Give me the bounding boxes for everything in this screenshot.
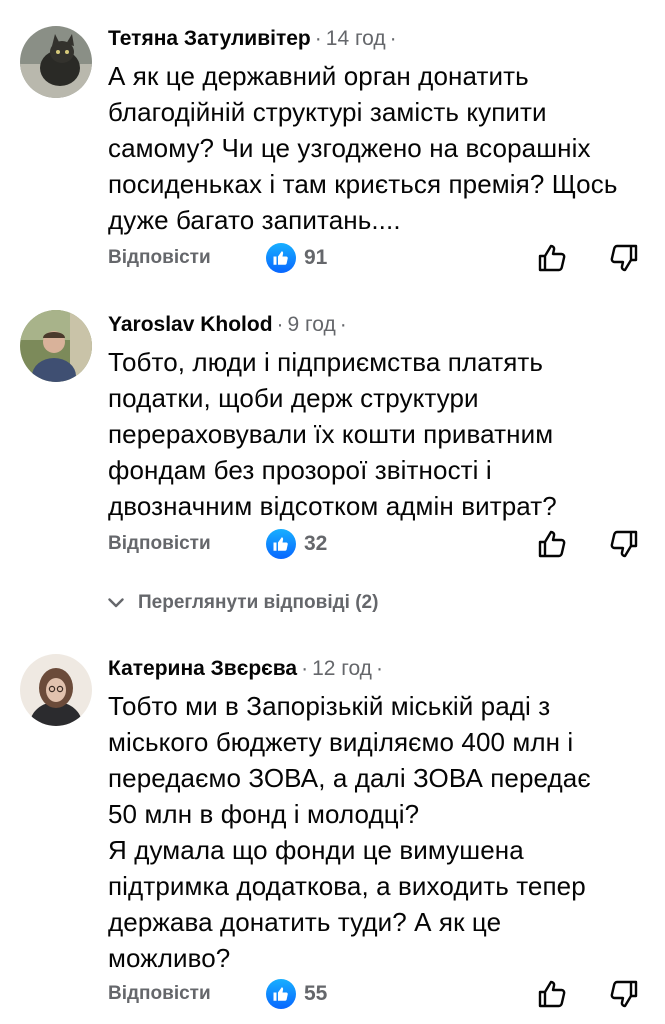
comment-line: А як це державний орган донатить [108,61,529,91]
reaction-summary[interactable]: 55 [266,976,327,1012]
author-name[interactable]: Катерина Звєрєва [108,657,297,680]
comment-line: можливо? [108,943,231,973]
comment-line: Тобто, люди і підприємства платять [108,347,544,377]
thumbs-up-icon[interactable] [536,528,568,565]
avatar[interactable] [20,654,92,726]
avatar[interactable] [20,26,92,98]
comment-text: Тобто ми в Запорізькій міській раді з мі… [108,688,648,976]
comment-line: фондам без прозорої звітності і [108,455,492,485]
comment-line: дуже багато запитань.... [108,205,401,235]
separator-dot: · [375,657,383,680]
comment-line: податки, щоби держ структури [108,383,479,413]
timestamp[interactable]: 12 год [312,657,372,680]
like-count: 32 [304,532,328,555]
separator-dot: · [314,27,322,50]
chevron-down-icon [108,592,124,614]
comment-line: підтримка додаткова, а виходить тепер [108,871,586,901]
comment-header: Катерина Звєрєва · 12 год · [108,656,387,682]
thumbs-down-icon[interactable] [608,242,640,279]
comment-line: міського бюджету виділяємо 400 млн і [108,727,574,757]
comment-line: посиденьках і там криється премія? Щось [108,169,618,199]
view-replies-label: Переглянути відповіді (2) [138,592,379,613]
avatar-photo [20,654,92,726]
comment-line: самому? Чи це узгоджено на всорашніх [108,133,591,163]
comment-actions: Відповісти 91 [108,240,648,280]
thumbs-up-icon[interactable] [536,978,568,1015]
separator-dot: · [339,313,347,336]
comment-actions: Відповісти 32 [108,526,648,566]
author-name[interactable]: Yaroslav Kholod [108,313,273,336]
thumbs-up-icon[interactable] [536,242,568,279]
author-name[interactable]: Тетяна Затуливітер [108,27,311,50]
like-reaction-icon [266,243,296,273]
thumbs-down-icon[interactable] [608,528,640,565]
timestamp[interactable]: 9 год [288,313,336,336]
comment-line: благодійній структурі замість купити [108,97,547,127]
reply-button[interactable]: Відповісти [108,247,211,269]
separator-dot: · [276,313,284,336]
comment-line: перераховували їх кошти приватним [108,419,554,449]
reaction-summary[interactable]: 32 [266,526,327,562]
reaction-summary[interactable]: 91 [266,240,327,276]
avatar-photo [20,310,92,382]
reply-button[interactable]: Відповісти [108,983,211,1005]
thumbs-down-icon[interactable] [608,978,640,1015]
comment-text: А як це державний орган донатить благоді… [108,58,648,238]
comment-line: передаємо ЗОВА, а далі ЗОВА передає [108,763,591,793]
view-replies-button[interactable]: Переглянути відповіді (2) [108,588,378,618]
like-count: 55 [304,982,328,1005]
comment-actions: Відповісти 55 [108,976,648,1016]
separator-dot: · [301,657,309,680]
comment-line: Я думала що фонди це вимушена [108,835,524,865]
comment-text: Тобто, люди і підприємства платять подат… [108,344,648,524]
avatar[interactable] [20,310,92,382]
comment-header: Тетяна Затуливітер · 14 год · [108,26,401,52]
comment-line: держава донатить туди? А як це [108,907,502,937]
like-reaction-icon [266,979,296,1009]
timestamp[interactable]: 14 год [326,27,386,50]
comment-line: двозначним відсотком адмін витрат? [108,491,557,521]
comment-line: 50 млн в фонд і молодці? [108,799,420,829]
reply-button[interactable]: Відповісти [108,533,211,555]
comment-header: Yaroslav Kholod · 9 год · [108,312,351,338]
like-count: 91 [304,246,328,269]
like-reaction-icon [266,529,296,559]
avatar-photo [20,26,92,98]
comment-line: Тобто ми в Запорізькій міській раді з [108,691,551,721]
separator-dot: · [389,27,397,50]
